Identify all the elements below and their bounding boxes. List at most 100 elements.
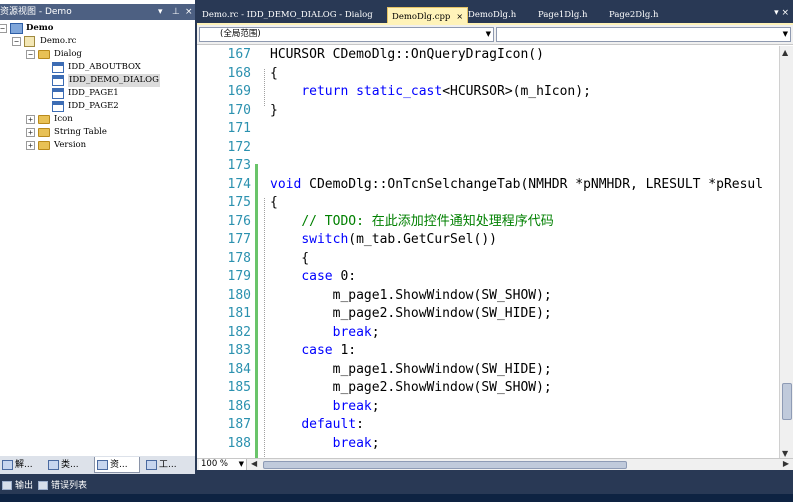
collapse-icon[interactable]: − — [0, 24, 7, 33]
code-area[interactable]: ⊟HCURSOR CDemoDlg::OnQueryDragIcon(){ re… — [261, 46, 777, 460]
line-number: 181 — [227, 306, 251, 321]
tree-item-label: Demo.rc — [40, 36, 77, 46]
toolbox-icon — [146, 459, 157, 470]
code-editor: (全局范围) ▼ ▼ 167 168 169 170 171 172 173 174 175 17… — [197, 23, 793, 460]
line-number: 169 — [227, 84, 251, 99]
output-icon — [2, 481, 12, 490]
pin-icon[interactable]: ⊥ — [172, 4, 180, 20]
panel-tab[interactable]: 解... — [0, 457, 46, 473]
output-tab-label: 输出 — [15, 481, 34, 491]
tree-item[interactable]: − Dialog — [0, 48, 195, 61]
code-line: { — [270, 65, 278, 81]
tree-item-label: Demo — [26, 23, 54, 33]
rc-file-icon — [24, 36, 35, 47]
indent-guide — [264, 68, 265, 106]
code-line: m_page2.ShowWindow(SW_HIDE); — [270, 306, 552, 321]
code-line: } — [270, 102, 278, 118]
line-number: 170 — [227, 102, 251, 118]
editor-tab-bar: Demo.rc - IDD_DEMO_DIALOG - Dialog DemoDl… — [197, 4, 793, 25]
line-number: 168 — [227, 65, 251, 81]
line-number: 185 — [227, 380, 251, 395]
tree-item-label: String Table — [54, 127, 107, 137]
code-line: return static_cast<HCURSOR>(m_hIcon); — [301, 84, 591, 99]
tree-item[interactable]: IDD_PAGE1 — [0, 87, 195, 100]
code-line: m_page1.ShowWindow(SW_SHOW); — [270, 287, 552, 303]
resource-view-title: 资源视图 - Demo — [0, 7, 72, 17]
vertical-scroll-thumb[interactable] — [782, 383, 792, 420]
close-panel-icon[interactable]: × — [185, 4, 193, 20]
code-line: case 0: — [301, 269, 357, 284]
navigation-bar: (全局范围) ▼ ▼ — [197, 25, 793, 45]
editor-tab-label: Page1Dlg.h — [538, 10, 588, 20]
panel-tab-label: 工... — [159, 460, 177, 470]
tree-item[interactable]: + String Table — [0, 126, 195, 139]
tree-item[interactable]: + Version — [0, 139, 195, 152]
line-number: 180 — [227, 287, 251, 303]
panel-tab[interactable]: 资... — [94, 457, 140, 473]
line-number: 174 — [227, 176, 251, 192]
project-icon — [10, 23, 23, 34]
tree-item[interactable]: + Icon — [0, 113, 195, 126]
vertical-scrollbar[interactable]: ▲ ▼ — [779, 46, 793, 460]
expand-icon[interactable]: + — [26, 128, 35, 137]
tree-item[interactable]: − Demo — [0, 22, 195, 35]
tree-item[interactable]: − Demo.rc — [0, 35, 195, 48]
scope-dropdown[interactable]: (全局范围) ▼ — [199, 27, 494, 42]
line-number: 183 — [227, 343, 251, 358]
line-number: 184 — [227, 361, 251, 377]
editor-tab-label: Page2Dlg.h — [609, 10, 659, 20]
line-number: 186 — [227, 398, 251, 414]
ide-window: 资源视图 - Demo ▾ ⊥ × − Demo − Demo.rc − Dialog ID… — [0, 0, 793, 502]
code-line: m_page1.ShowWindow(SW_HIDE); — [270, 361, 552, 377]
scroll-left-icon[interactable]: ◀ — [251, 459, 257, 468]
editor-tab[interactable]: DemoDlg.h — [468, 6, 516, 24]
tree-item-label: Dialog — [54, 49, 82, 59]
editor-tab[interactable]: Page1Dlg.h — [538, 6, 587, 24]
error-list-icon — [38, 481, 48, 490]
code-line: break; — [332, 398, 380, 414]
member-dropdown[interactable]: ▼ — [496, 27, 791, 42]
output-tab[interactable]: 输出 — [2, 479, 33, 493]
expand-icon[interactable]: + — [26, 115, 35, 124]
collapse-icon[interactable]: − — [26, 50, 35, 59]
editor-bottom-bar: 100 % ▼ ◀ ▶ — [197, 458, 793, 470]
resource-view-icon — [97, 459, 108, 470]
tree-item[interactable]: IDD_ABOUTBOX — [0, 61, 195, 74]
line-number: 187 — [227, 417, 251, 432]
collapse-icon[interactable]: − — [12, 37, 21, 46]
horizontal-scroll-thumb[interactable] — [263, 461, 627, 469]
line-number: 172 — [227, 139, 251, 155]
zoom-combobox[interactable]: 100 % ▼ — [199, 459, 247, 470]
dialog-icon — [52, 101, 64, 112]
editor-tab-label: DemoDlg.cpp — [392, 12, 451, 22]
close-tab-icon[interactable]: × — [456, 12, 463, 21]
scroll-down-icon[interactable]: ▼ — [782, 449, 788, 458]
tree-item[interactable]: IDD_PAGE2 — [0, 100, 195, 113]
folder-icon — [38, 115, 50, 124]
line-number: 182 — [227, 324, 251, 340]
tree-item-label: Icon — [54, 114, 73, 124]
code-line: // TODO: 在此添加控件通知处理程序代码 — [301, 213, 554, 229]
panel-menu-icon[interactable]: ▾ — [158, 4, 163, 20]
folder-icon — [38, 128, 50, 137]
dialog-icon — [52, 88, 64, 99]
panel-tab-label: 类... — [61, 460, 79, 470]
code-line: case 1: — [301, 343, 357, 358]
panel-tab[interactable]: 类... — [46, 457, 92, 473]
chevron-down-icon: ▼ — [238, 460, 244, 468]
editor-tab[interactable]: Page2Dlg.h — [609, 6, 658, 24]
output-tab[interactable]: 错误列表 — [38, 479, 87, 493]
tree-item[interactable]: IDD_DEMO_DIALOG — [0, 74, 195, 87]
editor-tab[interactable]: Demo.rc - IDD_DEMO_DIALOG - Dialog — [202, 6, 373, 24]
scroll-right-icon[interactable]: ▶ — [783, 459, 789, 468]
code-line: break; — [332, 435, 380, 451]
scroll-up-icon[interactable]: ▲ — [782, 48, 788, 57]
panel-tab-label: 解... — [15, 460, 33, 470]
code-line: break; — [332, 324, 380, 340]
class-view-icon — [48, 459, 59, 470]
solution-explorer-icon — [2, 459, 13, 470]
panel-tab[interactable]: 工... — [144, 457, 194, 473]
expand-icon[interactable]: + — [26, 141, 35, 150]
tab-controls[interactable]: ▾ × — [774, 8, 789, 18]
line-number: 176 — [227, 213, 251, 229]
